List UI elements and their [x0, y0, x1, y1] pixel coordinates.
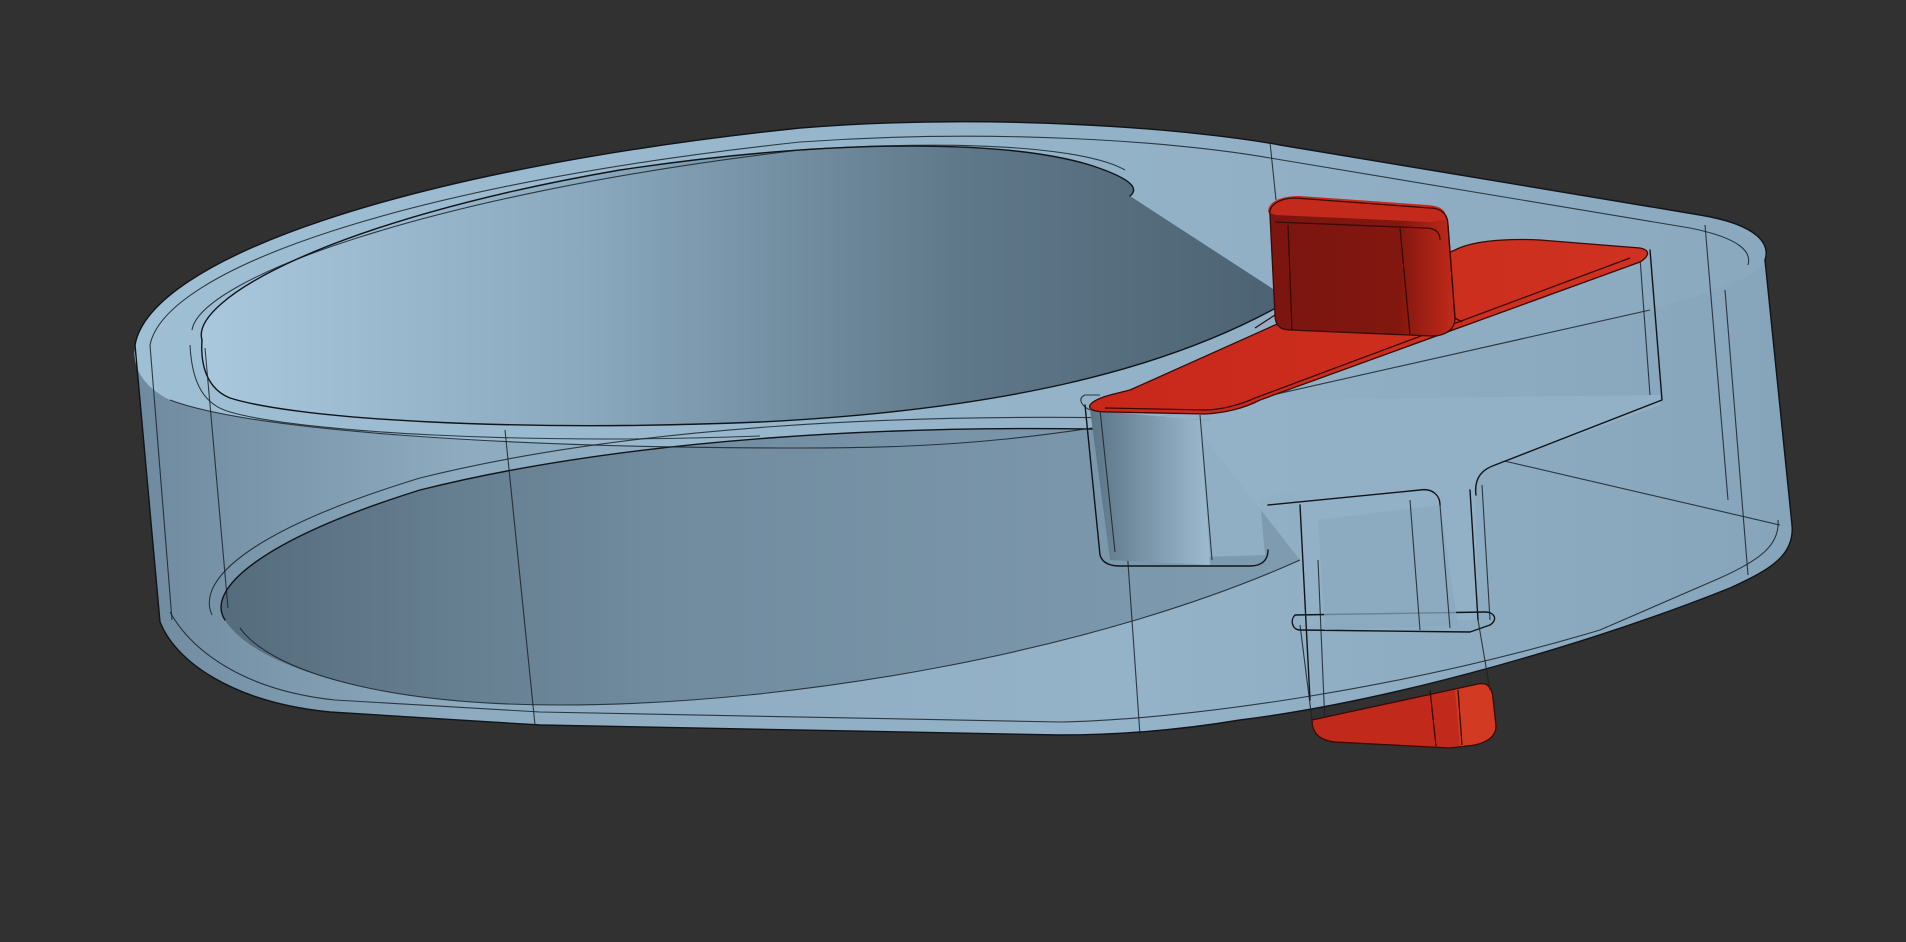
3d-viewport[interactable] [0, 0, 1906, 942]
slot-channel-fill [1318, 505, 1458, 630]
model-canvas[interactable] [0, 0, 1906, 942]
